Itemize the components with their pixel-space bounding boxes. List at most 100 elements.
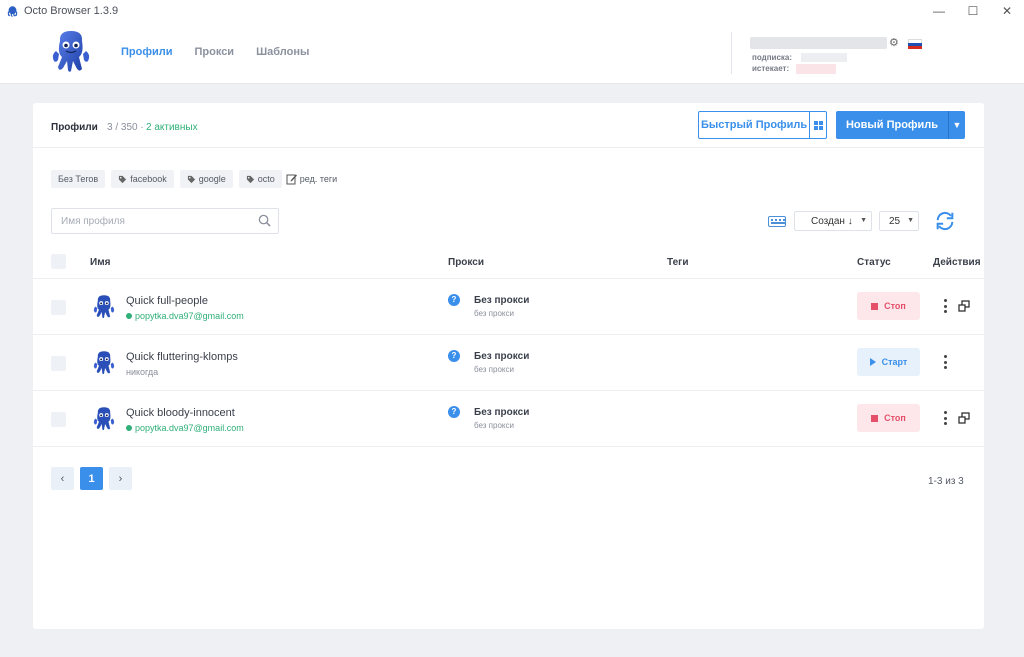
online-dot-icon <box>126 425 132 431</box>
row-checkbox[interactable] <box>51 412 66 427</box>
profile-name[interactable]: Quick full-people <box>126 295 208 307</box>
profiles-card: Профили 3 / 350 · 2 активных Быстрый Про… <box>33 103 984 629</box>
octo-avatar-icon <box>93 407 115 431</box>
row-checkbox[interactable] <box>51 356 66 371</box>
pagination: ‹ 1 › <box>51 467 132 490</box>
proxy-detail: без прокси <box>474 421 514 430</box>
window-focus-icon[interactable] <box>958 300 970 312</box>
profile-user: popytka.dva97@gmail.com <box>126 423 244 433</box>
proxy-detail: без прокси <box>474 309 514 318</box>
close-button[interactable]: ✕ <box>990 0 1024 22</box>
gear-icon[interactable]: ⚙ <box>889 36 899 49</box>
search-input[interactable] <box>61 210 251 232</box>
prev-page-button[interactable]: ‹ <box>51 467 74 490</box>
row-checkbox[interactable] <box>51 300 66 315</box>
profiles-title: Профили <box>51 122 98 133</box>
profile-last-run: никогда <box>126 367 159 377</box>
start-button[interactable]: Старт <box>857 348 920 376</box>
question-icon[interactable]: ? <box>448 294 460 306</box>
octo-avatar-icon <box>93 295 115 319</box>
proxy-detail: без прокси <box>474 365 514 374</box>
active-profiles-link[interactable]: 2 активных <box>146 122 198 133</box>
nav-proxies[interactable]: Прокси <box>194 46 234 58</box>
more-actions-icon[interactable] <box>942 411 948 425</box>
tag-no-tags[interactable]: Без Тегов <box>51 170 106 188</box>
new-profile-label: Новый Профиль <box>845 119 939 131</box>
main-nav: Профили Прокси Шаблоны <box>121 46 309 58</box>
question-icon[interactable]: ? <box>448 350 460 362</box>
stop-button[interactable]: Стоп <box>857 292 920 320</box>
column-name[interactable]: Имя <box>90 257 110 268</box>
expires-value-redacted <box>796 64 836 74</box>
nav-templates[interactable]: Шаблоны <box>256 46 309 58</box>
tag-google[interactable]: google <box>179 170 233 188</box>
windows-os-selector[interactable] <box>809 112 826 138</box>
proxy-name: Без прокси <box>474 295 530 306</box>
profiles-card-header: Профили 3 / 350 · 2 активных Быстрый Про… <box>33 103 984 148</box>
tag-octo[interactable]: octo <box>238 170 282 188</box>
tag-icon <box>119 175 127 183</box>
proxy-name: Без прокси <box>474 407 530 418</box>
stop-icon <box>871 302 879 310</box>
pagination-range: 1-3 из 3 <box>928 476 964 487</box>
window-title: Octo Browser 1.3.9 <box>24 5 119 17</box>
refresh-icon[interactable] <box>934 210 956 232</box>
per-page-value: 25 <box>889 215 901 227</box>
tag-icon <box>246 175 254 183</box>
chevron-down-icon[interactable]: ▼ <box>948 111 965 139</box>
window-focus-icon[interactable] <box>958 412 970 424</box>
octo-app-icon <box>7 5 18 17</box>
app-header: Профили Прокси Шаблоны ⚙ подписка: истек… <box>0 22 1024 84</box>
keyboard-icon[interactable] <box>768 216 786 227</box>
account-panel: ⚙ подписка: истекает: <box>731 32 922 74</box>
russian-flag-icon[interactable] <box>908 39 922 49</box>
maximize-button[interactable]: ☐ <box>956 0 990 22</box>
stop-icon <box>871 414 879 422</box>
select-all-checkbox[interactable] <box>51 254 66 269</box>
octo-logo-icon[interactable] <box>46 27 96 77</box>
profile-user: popytka.dva97@gmail.com <box>126 311 244 321</box>
more-actions-icon[interactable] <box>942 355 948 369</box>
column-proxy: Прокси <box>448 257 484 268</box>
more-actions-icon[interactable] <box>942 299 948 313</box>
table-row[interactable]: Quick bloody-innocent popytka.dva97@gmai… <box>33 391 984 447</box>
edit-tags-button[interactable]: ред. теги <box>286 173 337 185</box>
per-page-dropdown[interactable]: 25 ▼ <box>879 211 919 231</box>
sort-value: Создан ↓ <box>811 215 853 227</box>
new-profile-button[interactable]: Новый Профиль ▼ <box>836 111 965 139</box>
page-1-button[interactable]: 1 <box>80 467 103 490</box>
sort-dropdown[interactable]: Создан ↓ ▼ <box>794 211 872 231</box>
tag-icon <box>187 175 195 183</box>
profile-name[interactable]: Quick fluttering-klomps <box>126 351 238 363</box>
subscription-label: подписка: <box>752 53 793 62</box>
chevron-down-icon: ▼ <box>860 217 867 224</box>
quick-profile-button[interactable]: Быстрый Профиль <box>698 111 827 139</box>
minimize-button[interactable]: — <box>922 0 956 22</box>
subscription-value-redacted <box>801 53 847 62</box>
table-header: Имя Прокси Теги Статус Действия <box>33 247 984 279</box>
next-page-button[interactable]: › <box>109 467 132 490</box>
expires-label: истекает: <box>752 64 790 73</box>
chevron-down-icon: ▼ <box>907 217 914 224</box>
proxy-name: Без прокси <box>474 351 530 362</box>
profile-search <box>51 208 279 234</box>
column-actions: Действия <box>933 257 981 268</box>
play-icon <box>869 358 876 366</box>
stop-button[interactable]: Стоп <box>857 404 920 432</box>
profiles-count: 3 / 350 · <box>107 122 144 133</box>
column-tags: Теги <box>667 257 689 268</box>
tag-filter-bar: Без Тегов facebook google octo ред. теги <box>51 170 337 188</box>
column-status: Статус <box>857 257 891 268</box>
tag-facebook[interactable]: facebook <box>111 170 174 188</box>
account-email-redacted <box>750 37 887 49</box>
question-icon[interactable]: ? <box>448 406 460 418</box>
windows-icon <box>813 120 823 130</box>
search-icon[interactable] <box>258 214 271 227</box>
table-row[interactable]: Quick fluttering-klomps никогда ? Без пр… <box>33 335 984 391</box>
online-dot-icon <box>126 313 132 319</box>
nav-profiles[interactable]: Профили <box>121 46 172 58</box>
table-row[interactable]: Quick full-people popytka.dva97@gmail.co… <box>33 279 984 335</box>
title-bar: Octo Browser 1.3.9 — ☐ ✕ <box>0 0 1024 22</box>
profile-name[interactable]: Quick bloody-innocent <box>126 407 235 419</box>
octo-avatar-icon <box>93 351 115 375</box>
